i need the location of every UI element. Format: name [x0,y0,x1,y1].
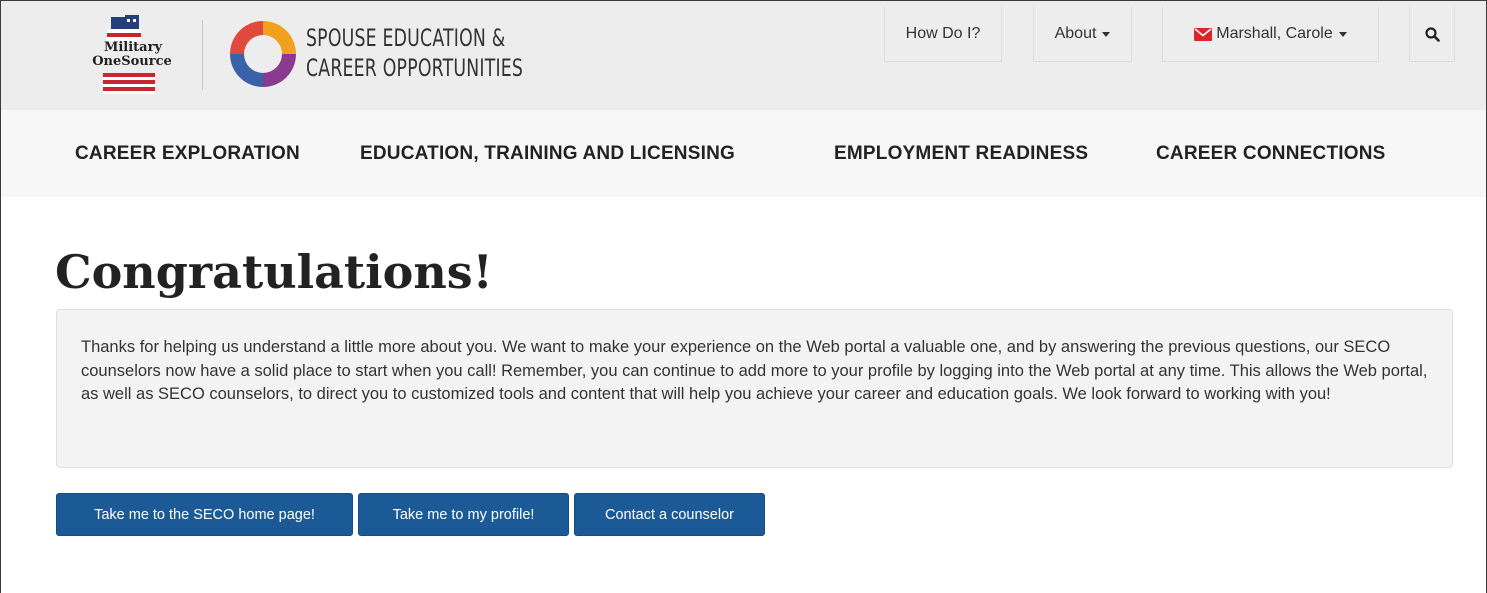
seco-home-button[interactable]: Take me to the SECO home page! [56,493,353,536]
how-do-i-label: How Do I? [905,25,981,42]
message-text: Thanks for helping us understand a littl… [81,338,1428,403]
seco-logo-text[interactable]: SPOUSE EDUCATION & CAREER OPPORTUNITIES [306,23,523,83]
flag-stripes-icon [103,73,155,94]
user-menu-dropdown[interactable]: Marshall, Carole [1162,7,1379,62]
contact-counselor-button[interactable]: Contact a counselor [574,493,765,536]
about-dropdown[interactable]: About [1033,7,1132,62]
page-title: Congratulations! [55,245,493,299]
caret-down-icon [1338,32,1347,37]
seco-swirl-icon[interactable] [226,17,300,91]
logo-divider [202,20,203,90]
envelope-icon [1194,28,1213,41]
site-header: Military OneSource SPOUSE EDUCATION & CA… [1,1,1486,110]
nav-item-career-exploration[interactable]: CAREER EXPLORATION [75,143,300,165]
search-button[interactable] [1409,7,1455,62]
seco-logo-line2: CAREER OPPORTUNITIES [306,54,524,82]
my-profile-button[interactable]: Take me to my profile! [358,493,569,536]
nav-item-career-connections[interactable]: CAREER CONNECTIONS [1156,143,1386,165]
message-panel: Thanks for helping us understand a littl… [56,309,1453,468]
seco-logo-line1: SPOUSE EDUCATION & [306,24,506,52]
caret-down-icon [1102,32,1111,37]
nav-item-education-training-licensing[interactable]: EDUCATION, TRAINING AND LICENSING [360,143,735,165]
how-do-i-button[interactable]: How Do I? [884,7,1002,62]
flag-icon [107,15,141,41]
military-onesource-logo[interactable]: Military OneSource [87,13,177,97]
search-icon [1424,27,1440,42]
about-label: About [1054,25,1097,42]
logo-text-military: Military [103,40,163,55]
main-nav: CAREER EXPLORATION EDUCATION, TRAINING A… [1,110,1486,197]
nav-item-employment-readiness[interactable]: EMPLOYMENT READINESS [834,143,1088,165]
logo-text-onesource: OneSource [92,54,172,69]
user-name-label: Marshall, Carole [1216,25,1333,42]
